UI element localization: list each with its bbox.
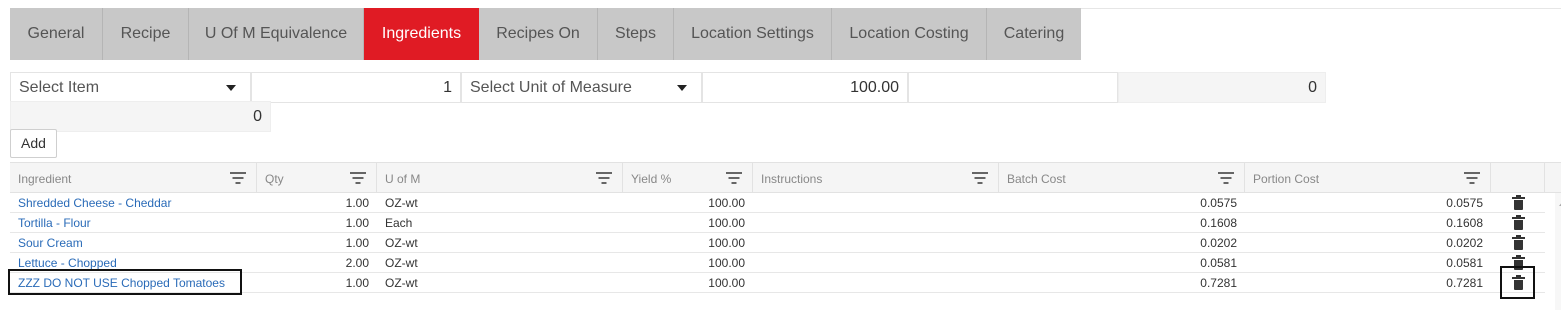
- portion-cost-cell: 0.0202: [1446, 236, 1483, 250]
- trash-icon[interactable]: [1512, 235, 1525, 250]
- instructions-input[interactable]: [908, 72, 1118, 103]
- uom-cell: OZ-wt: [385, 256, 418, 270]
- filter-icon[interactable]: [230, 172, 246, 184]
- uom-cell: Each: [385, 216, 413, 230]
- column-header-qty[interactable]: Qty: [257, 163, 377, 192]
- yield-cell: 100.00: [708, 236, 745, 250]
- ingredient-cell: Tortilla - Flour: [10, 213, 257, 233]
- qty-input[interactable]: 1: [251, 72, 461, 103]
- ingredient-link[interactable]: Tortilla - Flour: [18, 216, 91, 230]
- instructions-cell: [753, 233, 999, 253]
- column-header-actions: [1491, 163, 1545, 192]
- table-row: Shredded Cheese - Cheddar 1.00 OZ-wt 100…: [10, 193, 1545, 213]
- uom-cell: OZ-wt: [385, 196, 418, 210]
- ingredients-grid: Ingredient Qty U of M Yield % Instructio…: [8, 162, 1561, 310]
- filter-icon[interactable]: [972, 172, 988, 184]
- item-select[interactable]: Select Item: [10, 72, 251, 103]
- filter-icon[interactable]: [596, 172, 612, 184]
- column-header-label: Batch Cost: [1007, 172, 1066, 186]
- tab-general[interactable]: General: [10, 8, 103, 60]
- column-header-instructions[interactable]: Instructions: [753, 163, 999, 192]
- trash-icon[interactable]: [1512, 215, 1525, 230]
- ingredient-link[interactable]: Lettuce - Chopped: [18, 256, 117, 270]
- trash-icon[interactable]: [1512, 195, 1525, 210]
- uom-cell: OZ-wt: [385, 276, 418, 290]
- batch-cost-cell: 0.7281: [1200, 276, 1237, 290]
- unit-of-measure-select[interactable]: Select Unit of Measure: [461, 72, 702, 103]
- column-header-yield[interactable]: Yield %: [623, 163, 753, 192]
- portion-cost-field: 0: [10, 101, 271, 132]
- uom-cell: OZ-wt: [385, 236, 418, 250]
- column-header-label: U of M: [385, 172, 421, 186]
- tab-steps[interactable]: Steps: [598, 8, 674, 60]
- column-header-ingredient[interactable]: Ingredient: [10, 163, 257, 192]
- item-select-value: Select Item: [19, 79, 100, 96]
- instructions-cell: [753, 193, 999, 213]
- tab-bar: General Recipe U Of M Equivalence Ingred…: [10, 8, 1081, 60]
- grid-header: Ingredient Qty U of M Yield % Instructio…: [10, 162, 1561, 193]
- yield-input[interactable]: 100.00: [702, 72, 908, 103]
- portion-cost-cell: 0.1608: [1446, 216, 1483, 230]
- filter-icon[interactable]: [1464, 172, 1480, 184]
- qty-cell: 2.00: [345, 256, 369, 270]
- divider: [1081, 8, 1561, 9]
- unit-of-measure-select-value: Select Unit of Measure: [470, 79, 632, 96]
- chevron-down-icon[interactable]: [663, 73, 701, 102]
- filter-icon[interactable]: [726, 172, 742, 184]
- batch-cost-cell: 0.0581: [1200, 256, 1237, 270]
- vertical-scrollbar[interactable]: [1555, 193, 1561, 310]
- filter-icon[interactable]: [1218, 172, 1234, 184]
- ingredient-link[interactable]: Sour Cream: [18, 236, 83, 250]
- filter-icon[interactable]: [350, 172, 366, 184]
- column-header-portion-cost[interactable]: Portion Cost: [1245, 163, 1491, 192]
- tab-ingredients[interactable]: Ingredients: [364, 8, 479, 60]
- column-header-label: Qty: [265, 172, 284, 186]
- add-button[interactable]: Add: [10, 129, 57, 158]
- tab-location-costing[interactable]: Location Costing: [832, 8, 987, 60]
- column-header-label: Portion Cost: [1253, 172, 1320, 186]
- batch-cost-cell: 0.1608: [1200, 216, 1237, 230]
- tab-u-of-m-equivalence[interactable]: U Of M Equivalence: [189, 8, 364, 60]
- ingredient-cell: Shredded Cheese - Cheddar: [10, 193, 257, 213]
- yield-cell: 100.00: [708, 256, 745, 270]
- ingredient-cell: Sour Cream: [10, 233, 257, 253]
- qty-cell: 1.00: [345, 216, 369, 230]
- qty-cell: 1.00: [345, 196, 369, 210]
- ingredient-link[interactable]: Shredded Cheese - Cheddar: [18, 196, 171, 210]
- column-header-label: Ingredient: [18, 172, 72, 186]
- column-header-batch-cost[interactable]: Batch Cost: [999, 163, 1245, 192]
- highlight-box: [8, 269, 242, 295]
- yield-cell: 100.00: [708, 216, 745, 230]
- table-row: Tortilla - Flour 1.00 Each 100.00 0.1608…: [10, 213, 1545, 233]
- tab-recipes-on[interactable]: Recipes On: [479, 8, 598, 60]
- column-header-label: Yield %: [631, 172, 672, 186]
- portion-cost-cell: 0.0575: [1446, 196, 1483, 210]
- instructions-cell: [753, 273, 999, 293]
- portion-cost-cell: 0.7281: [1446, 276, 1483, 290]
- qty-cell: 1.00: [345, 236, 369, 250]
- tab-location-settings[interactable]: Location Settings: [674, 8, 832, 60]
- batch-cost-cell: 0.0202: [1200, 236, 1237, 250]
- instructions-cell: [753, 213, 999, 233]
- batch-cost-field: 0: [1118, 72, 1326, 103]
- chevron-down-icon[interactable]: [212, 73, 250, 102]
- table-row: Sour Cream 1.00 OZ-wt 100.00 0.0202 0.02…: [10, 233, 1545, 253]
- yield-cell: 100.00: [708, 196, 745, 210]
- yield-cell: 100.00: [708, 276, 745, 290]
- highlight-box: [1500, 266, 1535, 299]
- tab-catering[interactable]: Catering: [987, 8, 1081, 60]
- portion-cost-cell: 0.0581: [1446, 256, 1483, 270]
- tab-recipe[interactable]: Recipe: [103, 8, 189, 60]
- instructions-cell: [753, 253, 999, 273]
- batch-cost-cell: 0.0575: [1200, 196, 1237, 210]
- column-header-u-of-m[interactable]: U of M: [377, 163, 623, 192]
- qty-cell: 1.00: [345, 276, 369, 290]
- column-header-label: Instructions: [761, 172, 823, 186]
